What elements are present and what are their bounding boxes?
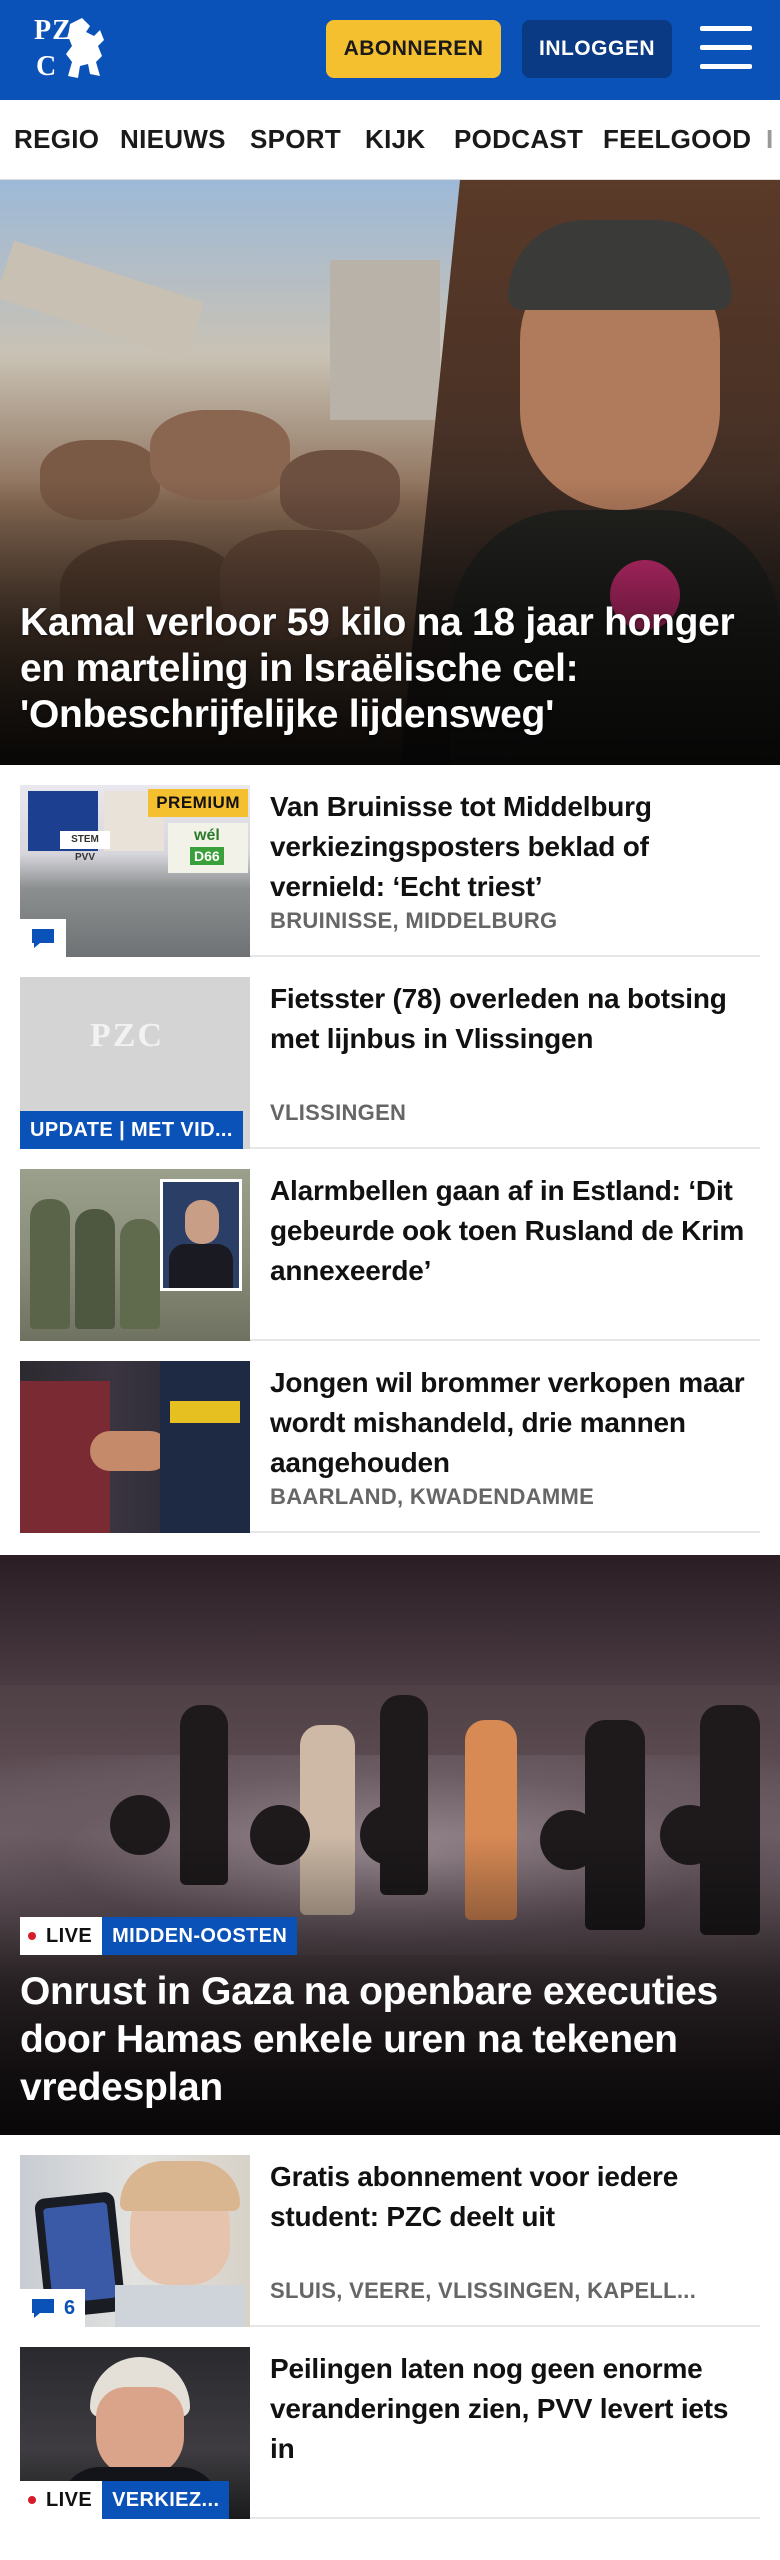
list-item[interactable]: LIVE VERKIEZ... Peilingen laten nog geen… — [20, 2327, 760, 2519]
nav-item-regio[interactable]: REGIO — [14, 100, 99, 178]
placeholder-logo: PZC — [90, 1017, 164, 1054]
article-thumbnail: PZC UPDATE | MET VID... — [20, 977, 250, 1149]
article-title[interactable]: Gratis abonnement voor iedere student: P… — [270, 2157, 760, 2237]
nav-item-feelgood[interactable]: FEELGOOD — [603, 100, 751, 178]
live-badge: LIVE — [20, 2481, 103, 2519]
comment-count: 6 — [64, 2296, 76, 2319]
article-thumbnail: 6 — [20, 2155, 250, 2327]
comment-chip[interactable]: 6 — [20, 2289, 86, 2327]
comment-icon — [32, 2299, 54, 2318]
pzc-logo[interactable]: PZ C — [30, 14, 110, 86]
category-label[interactable]: MIDDEN-OOSTEN — [102, 1917, 298, 1955]
nav-item-kijk[interactable]: KIJK — [365, 100, 425, 178]
hero2-labels: LIVE MIDDEN-OOSTEN — [20, 1917, 298, 1955]
article-title[interactable]: Peilingen laten nog geen enorme verander… — [270, 2349, 760, 2469]
article-thumbnail — [20, 1169, 250, 1341]
live-badge: LIVE — [20, 1917, 103, 1955]
article-title[interactable]: Fietsster (78) overleden na botsing met … — [270, 979, 760, 1059]
article-thumbnail — [20, 1361, 250, 1533]
hero2-title[interactable]: Onrust in Gaza na openbare executies doo… — [20, 1968, 765, 2112]
article-title[interactable]: Alarmbellen gaan af in Estland: ‘Dit geb… — [270, 1171, 760, 1291]
update-label: UPDATE | MET VID... — [20, 1111, 243, 1149]
list-item[interactable]: 6 Gratis abonnement voor iedere student:… — [20, 2135, 760, 2327]
nav-item-more[interactable]: I — [766, 100, 774, 178]
nav-item-podcast[interactable]: PODCAST — [454, 100, 583, 178]
list-item[interactable]: PZC UPDATE | MET VID... Fietsster (78) o… — [20, 957, 760, 1149]
top-bar: PZ C ABONNEREN INLOGGEN — [0, 0, 780, 100]
nav-item-sport[interactable]: SPORT — [250, 100, 341, 178]
article-thumbnail: LIVE VERKIEZ... — [20, 2347, 250, 2519]
hero-title[interactable]: Kamal verloor 59 kilo na 18 jaar honger … — [20, 600, 765, 738]
nav-item-nieuws[interactable]: NIEUWS — [120, 100, 226, 178]
article-thumbnail: STEM PVV wél D66 PREMIUM — [20, 785, 250, 957]
poster-text-wel: wél — [194, 827, 220, 844]
comment-icon — [32, 929, 54, 948]
list-item[interactable]: Jongen wil brommer verkopen maar wordt m… — [20, 1341, 760, 1533]
article-location: VLISSINGEN — [270, 1100, 407, 1125]
article-location: BAARLAND, KWADENDAMME — [270, 1484, 595, 1509]
subscribe-button[interactable]: ABONNEREN — [326, 20, 501, 78]
login-button[interactable]: INLOGGEN — [522, 20, 672, 78]
hero-article-2[interactable]: LIVE MIDDEN-OOSTEN Onrust in Gaza na ope… — [0, 1555, 780, 2135]
live-dot-icon — [28, 2496, 36, 2504]
list-item[interactable]: Alarmbellen gaan af in Estland: ‘Dit geb… — [20, 1149, 760, 1341]
poster-text-d66: D66 — [190, 847, 224, 865]
logo-letters-bottom: C — [36, 51, 58, 82]
category-label[interactable]: VERKIEZ... — [102, 2481, 230, 2519]
live-dot-icon — [28, 1932, 36, 1940]
section-nav: REGIO NIEUWS SPORT KIJK PODCAST FEELGOOD… — [0, 100, 780, 180]
comment-chip[interactable] — [20, 919, 66, 957]
lion-icon — [66, 18, 104, 78]
poster-text-pvv: STEM PVV — [60, 831, 110, 863]
article-title[interactable]: Jongen wil brommer verkopen maar wordt m… — [270, 1363, 760, 1483]
article-title[interactable]: Van Bruinisse tot Middelburg verkiezings… — [270, 787, 760, 907]
article-location: SLUIS, VEERE, VLISSINGEN, KAPELL... — [270, 2278, 697, 2303]
list-item[interactable]: STEM PVV wél D66 PREMIUM Van Bruinisse t… — [20, 765, 760, 957]
premium-badge: PREMIUM — [148, 789, 248, 817]
article-location: BRUINISSE, MIDDELBURG — [270, 908, 558, 933]
hero-article[interactable]: Kamal verloor 59 kilo na 18 jaar honger … — [0, 180, 780, 765]
hamburger-menu-icon[interactable] — [700, 26, 752, 70]
